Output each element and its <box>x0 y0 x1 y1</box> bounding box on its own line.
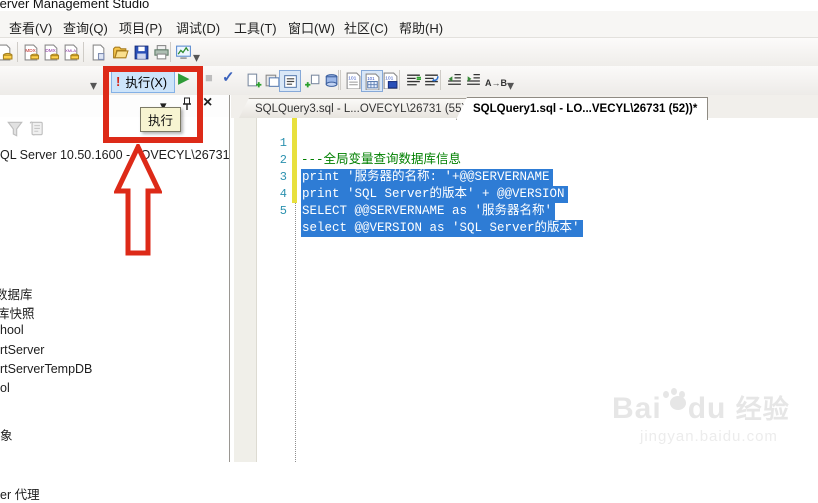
save-icon[interactable] <box>131 42 151 62</box>
toolbar-overflow-icon[interactable]: ▾ <box>193 46 200 68</box>
menu-help[interactable]: 帮助(H) <box>396 16 446 39</box>
new-xmla-query-icon[interactable]: XMLA <box>61 42 81 62</box>
tree-item-reportservertempdb[interactable]: rtServerTempDB <box>0 362 92 376</box>
object-explorer-panel: ▾ × QL Server 10.50.1600 - LOVECYL\26731… <box>0 95 234 502</box>
bits-label: 101 <box>348 75 356 81</box>
new-dmx-query-icon[interactable]: DMX <box>41 42 61 62</box>
menu-query[interactable]: 查询(Q) <box>60 16 111 39</box>
baidu-watermark: Bai du 经验 jingyan.baidu.com <box>612 388 812 445</box>
tab-label: SQLQuery1.sql - LO...VECYL\26731 (52))* <box>473 103 698 115</box>
window-title: Server Management Studio <box>0 0 150 11</box>
new-query-icon[interactable] <box>0 42 14 62</box>
decrease-indent-icon[interactable] <box>444 70 464 90</box>
close-icon[interactable]: × <box>203 95 212 111</box>
standard-toolbar: MDX DMX XMLA ▾ <box>0 38 818 66</box>
new-mdx-query-icon[interactable]: MDX <box>21 42 41 62</box>
tree-item-server-objects[interactable]: 象 <box>0 425 13 444</box>
tab-sqlquery1[interactable]: SQLQuery1.sql - LO...VECYL\26731 (52))* <box>456 97 709 120</box>
mdx-label: MDX <box>25 47 36 52</box>
tree-item-databases[interactable]: 数据库 <box>0 284 33 303</box>
watermark-brand-text2: du <box>687 392 727 425</box>
tree-item-school-db[interactable]: hool <box>0 323 24 337</box>
results-to-text-icon[interactable]: 101 <box>343 70 363 90</box>
paw-icon <box>662 388 688 412</box>
tree-item-database-snapshots[interactable]: 库快照 <box>0 303 35 322</box>
parse-check-icon[interactable]: ✓ <box>222 68 235 86</box>
toolbar-separator <box>170 42 171 62</box>
tree-item-sql-agent[interactable]: er 代理 <box>0 484 40 503</box>
watermark-brand: Bai du 经验 <box>612 388 812 426</box>
database-copy-icon[interactable] <box>320 70 340 90</box>
menu-bar: 查看(V) 查询(Q) 项目(P) 调试(D) 工具(T) 窗口(W) 社区(C… <box>0 11 818 38</box>
menu-window[interactable]: 窗口(W) <box>285 16 338 39</box>
comment-lines-icon[interactable] <box>403 70 423 90</box>
server-tree-root[interactable]: QL Server 10.50.1600 - LOVECYL\26731) <box>0 148 234 162</box>
template-parameters-icon[interactable]: A→B <box>485 72 507 94</box>
results-to-file-icon[interactable]: 101 <box>380 70 400 90</box>
object-explorer-header: ▾ × <box>0 95 230 117</box>
tab-label: SQLQuery3.sql - L...OVECYL\26731 (55)) <box>255 103 470 115</box>
analyze-query-icon[interactable] <box>302 70 322 90</box>
tab-sqlquery3[interactable]: SQLQuery3.sql - L...OVECYL\26731 (55)) <box>238 98 481 120</box>
menu-view[interactable]: 查看(V) <box>6 16 55 39</box>
menu-community[interactable]: 社区(C) <box>341 16 391 39</box>
watermark-brand-text: Bai <box>612 392 662 425</box>
new-document-icon[interactable] <box>88 42 108 62</box>
debug-play-icon[interactable]: ▶ <box>178 69 190 87</box>
object-explorer-toolbar <box>0 117 230 143</box>
execute-label: 执行(X) <box>125 75 168 90</box>
menu-project[interactable]: 项目(P) <box>116 16 165 39</box>
toolbar-overflow-icon[interactable]: ▾ <box>507 74 514 96</box>
script-icon[interactable] <box>27 120 45 143</box>
execute-exclaim-icon: ! <box>116 73 121 89</box>
uncomment-lines-icon[interactable] <box>421 70 441 90</box>
query-options-icon[interactable] <box>279 70 301 92</box>
bits-label: 101 <box>385 75 393 81</box>
margin-guide-line <box>295 203 296 462</box>
line-number: 5 <box>279 204 287 218</box>
dmx-label: DMX <box>45 47 56 52</box>
intellisense-icon[interactable] <box>244 70 264 90</box>
watermark-url: jingyan.baidu.com <box>640 428 778 445</box>
print-icon[interactable] <box>151 42 171 62</box>
toolbar-separator <box>399 70 400 90</box>
filter-icon[interactable] <box>6 120 24 143</box>
pin-icon[interactable] <box>181 97 193 114</box>
increase-indent-icon[interactable] <box>463 70 483 90</box>
toolbar-separator <box>17 42 18 62</box>
open-file-icon[interactable] <box>110 42 130 62</box>
xmla-label: XMLA <box>65 47 76 52</box>
document-tabstrip: SQLQuery3.sql - L...OVECYL\26731 (55)) S… <box>231 95 818 120</box>
code-line-selected: select @@VERSION as 'SQL Server的版本' <box>301 220 583 237</box>
database-combo-caret-icon[interactable]: ▾ <box>90 74 97 96</box>
watermark-brand-cn: 经验 <box>735 394 790 424</box>
toolbar-separator <box>340 70 341 90</box>
window-titlebar: Server Management Studio <box>0 0 818 11</box>
menu-tools[interactable]: 工具(T) <box>231 16 280 39</box>
code-line-selected: SELECT @@SERVERNAME as '服务器名称' <box>301 203 556 220</box>
menu-debug[interactable]: 调试(D) <box>173 16 223 39</box>
stop-icon: ■ <box>205 70 213 85</box>
execute-tooltip: 执行 <box>140 107 182 132</box>
tree-item-reportserver-db[interactable]: rtServer <box>0 343 44 357</box>
bits-label: 101 <box>367 75 375 80</box>
toolbar-separator <box>83 42 84 62</box>
toolbar-separator <box>440 70 441 90</box>
toolbar-separator <box>338 70 339 90</box>
execute-button[interactable]: ! 执行(X) <box>111 69 176 93</box>
tree-item-db[interactable]: ol <box>0 381 10 395</box>
activity-monitor-icon[interactable] <box>173 42 193 62</box>
